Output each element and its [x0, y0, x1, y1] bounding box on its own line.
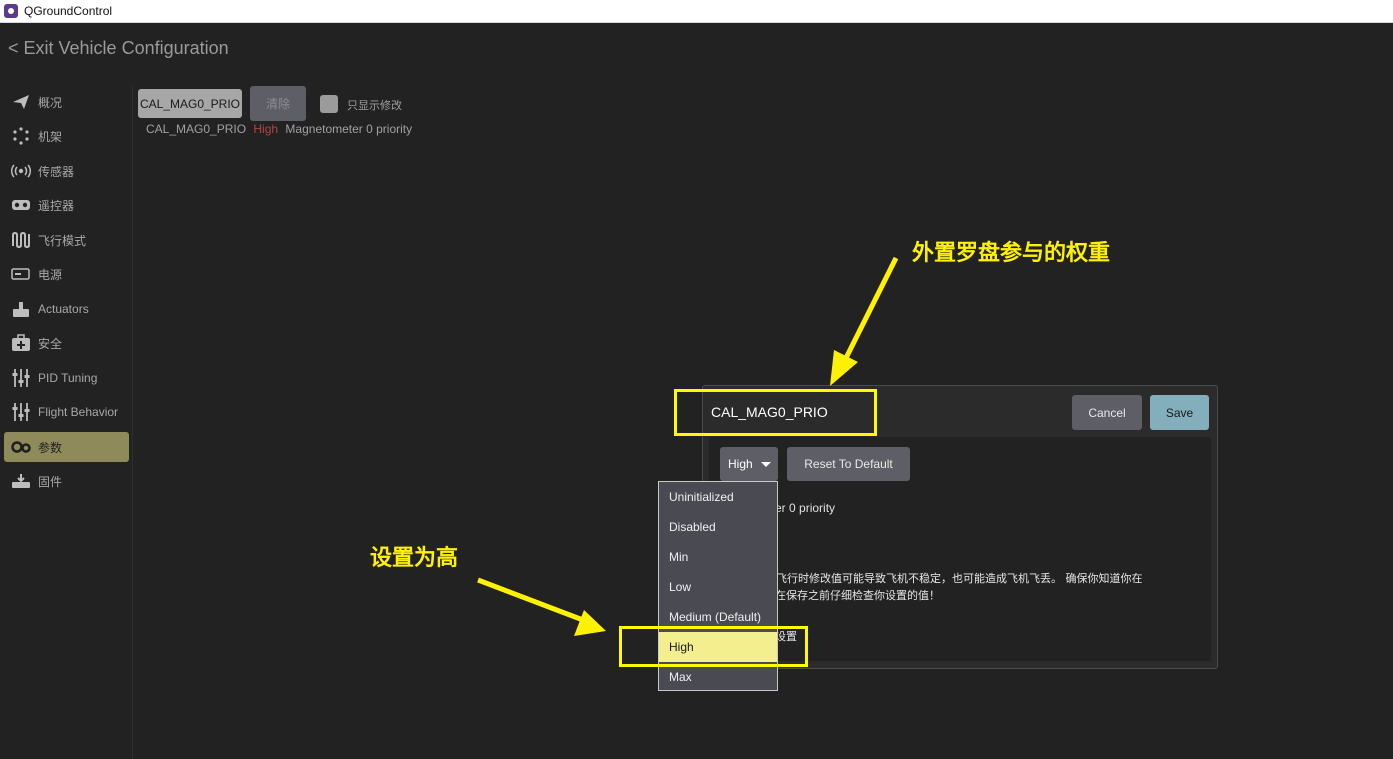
annotation-arrows — [477, 256, 899, 636]
annotation-top-text: 外置罗盘参与的权重 — [912, 241, 1111, 266]
arrowhead-high-icon — [574, 610, 606, 636]
arrowhead-title-icon — [830, 350, 858, 386]
arrow-to-title-icon — [842, 256, 899, 362]
arrow-to-high-icon — [477, 577, 584, 623]
annotation-left-text: 设置为高 — [370, 546, 459, 571]
